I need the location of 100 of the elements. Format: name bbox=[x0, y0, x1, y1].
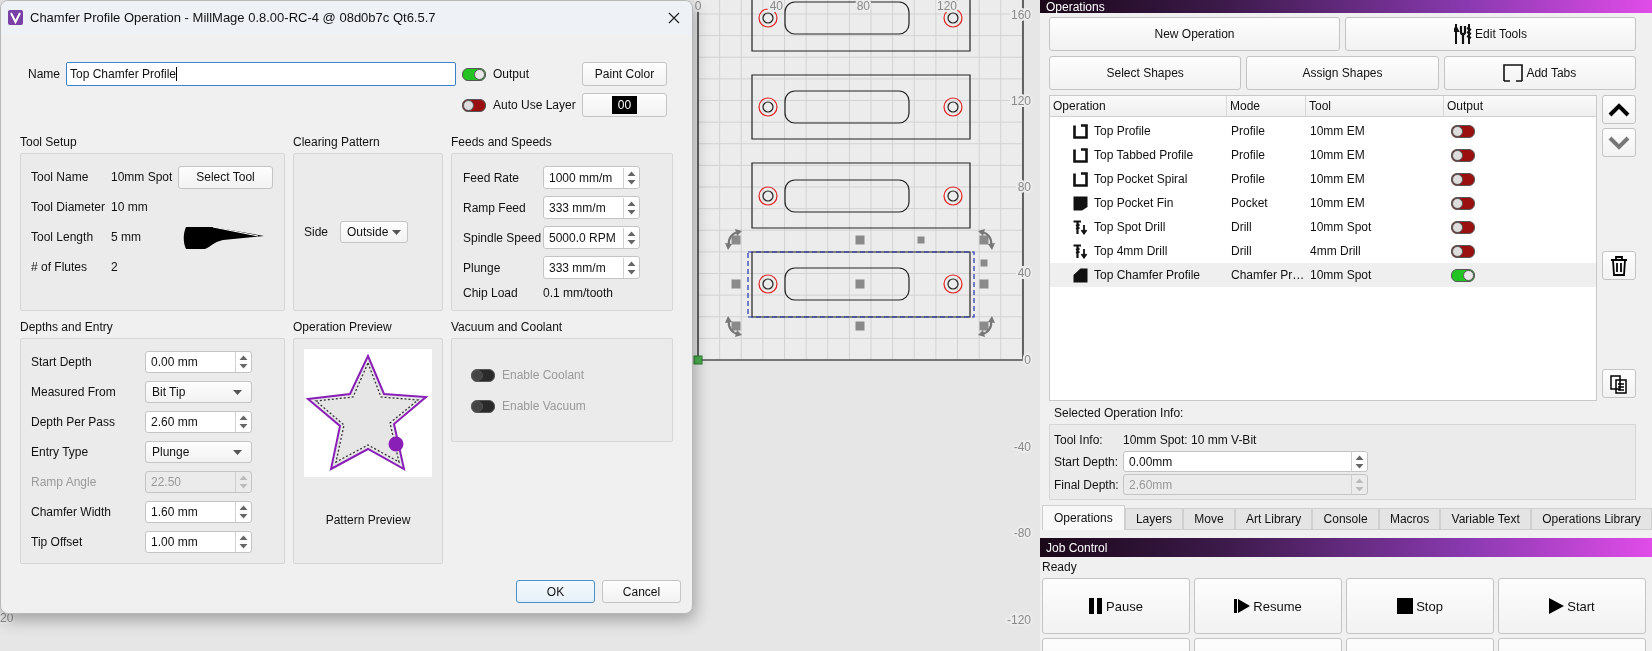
table-cell: Top Profile bbox=[1094, 124, 1151, 138]
resize-handle[interactable] bbox=[855, 321, 865, 331]
dropdown[interactable]: Plunge bbox=[145, 441, 252, 463]
table-cell: Top 4mm Drill bbox=[1094, 244, 1168, 258]
resize-handle[interactable] bbox=[731, 321, 741, 331]
tab[interactable]: Move bbox=[1183, 508, 1235, 530]
toggle-switch[interactable] bbox=[462, 98, 486, 112]
dialog-button[interactable]: Cancel bbox=[602, 580, 681, 603]
operation-button[interactable]: Add Tabs bbox=[1443, 56, 1636, 90]
spin-box[interactable]: 5000.0 RPM bbox=[543, 226, 640, 249]
toggle-switch[interactable] bbox=[1451, 124, 1475, 138]
field-label: Tip Offset bbox=[31, 535, 84, 549]
operation-row[interactable]: Top Chamfer Profile Chamfer Pr… 10mm Spot bbox=[1050, 263, 1596, 287]
table-cell-text: 10mm Spot bbox=[1309, 268, 1373, 282]
tab[interactable]: Console bbox=[1312, 508, 1379, 530]
field-label: Tool Name bbox=[31, 170, 90, 184]
toggle-switch[interactable] bbox=[1451, 172, 1475, 186]
field-label: Start Depth: bbox=[1054, 454, 1120, 469]
move-up-button[interactable] bbox=[1602, 95, 1636, 124]
column-header[interactable]: Output bbox=[1444, 96, 1596, 116]
field-label: Chamfer Width bbox=[31, 505, 113, 519]
resize-handle[interactable] bbox=[979, 279, 989, 289]
resize-handle[interactable] bbox=[980, 259, 988, 267]
toggle-switch[interactable] bbox=[1451, 148, 1475, 162]
paint-color-button[interactable]: Paint Color bbox=[582, 62, 667, 86]
spin-box[interactable]: 1.00 mm bbox=[145, 531, 252, 553]
job-control-button[interactable]: Resume bbox=[1194, 578, 1342, 634]
dialog-button[interactable]: OK bbox=[516, 580, 595, 603]
operation-button[interactable]: Select Shapes bbox=[1049, 56, 1242, 90]
resize-handle[interactable] bbox=[731, 235, 741, 245]
resize-handle[interactable] bbox=[855, 279, 865, 289]
resize-handle[interactable] bbox=[731, 279, 741, 289]
toggle-switch[interactable] bbox=[1451, 220, 1475, 234]
chevron-up-icon bbox=[1608, 102, 1630, 117]
resize-handle[interactable] bbox=[855, 235, 865, 245]
tab[interactable]: Operations Library bbox=[1531, 508, 1652, 530]
table-cell-text: Profile bbox=[1230, 148, 1266, 162]
section-title: Depths and Entry bbox=[20, 320, 114, 334]
operation-row[interactable]: Top Spot Drill Drill 10mm Spot bbox=[1050, 215, 1596, 239]
rotate-handle-icon[interactable] bbox=[978, 316, 995, 337]
toggle-label: Enable Coolant bbox=[502, 368, 585, 382]
name-field[interactable]: Top Chamfer Profile bbox=[66, 62, 456, 86]
dropdown[interactable]: Bit Tip bbox=[145, 381, 252, 403]
tab[interactable]: Art Library bbox=[1234, 508, 1313, 530]
spin-box[interactable]: 1.60 mm bbox=[145, 501, 252, 523]
job-control-button[interactable]: Stop bbox=[1346, 578, 1494, 634]
operation-button[interactable]: New Operation bbox=[1049, 17, 1340, 51]
operation-row[interactable]: Top Pocket Fin Pocket 10mm EM bbox=[1050, 191, 1596, 215]
resume-icon bbox=[1234, 598, 1251, 614]
resize-handle[interactable] bbox=[979, 235, 989, 245]
operation-button[interactable]: Assign Shapes bbox=[1246, 56, 1439, 90]
spin-box[interactable]: 2.60 mm bbox=[145, 411, 252, 433]
spin-box[interactable]: 333 mm/m bbox=[543, 196, 640, 219]
delete-button[interactable] bbox=[1602, 251, 1636, 280]
rotate-handle-icon[interactable] bbox=[725, 229, 742, 250]
operation-row[interactable]: Top Pocket Spiral Profile 10mm EM bbox=[1050, 167, 1596, 191]
side-dropdown[interactable]: Outside bbox=[340, 221, 409, 243]
tab[interactable]: Variable Text bbox=[1440, 508, 1531, 530]
field-label: Ramp Feed bbox=[463, 200, 527, 215]
toggle-switch[interactable] bbox=[1451, 196, 1475, 210]
field-label: Start Depth bbox=[31, 355, 93, 369]
spin-box[interactable]: 0.00mm bbox=[1123, 451, 1368, 472]
toggle-switch[interactable] bbox=[462, 67, 486, 81]
field-label: Depth Per Pass bbox=[31, 415, 117, 429]
job-control-button[interactable]: Start bbox=[1498, 578, 1646, 634]
spin-box[interactable]: 1000 mm/m bbox=[543, 166, 640, 189]
column-header[interactable]: Operation bbox=[1050, 96, 1227, 116]
copy-icon bbox=[1610, 373, 1628, 394]
operation-row[interactable]: Top 4mm Drill Drill 4mm Drill bbox=[1050, 239, 1596, 263]
operation-row[interactable]: Top Tabbed Profile Profile 10mm EM bbox=[1050, 143, 1596, 167]
table-cell-text: Chamfer Pr… bbox=[1230, 268, 1306, 282]
field-label: Tool Info: bbox=[1054, 432, 1104, 447]
tab[interactable]: Operations bbox=[1042, 505, 1125, 530]
toggle-switch[interactable] bbox=[1451, 244, 1475, 258]
spin-box[interactable]: 0.00 mm bbox=[145, 351, 252, 373]
spin-box[interactable]: 333 mm/m bbox=[543, 256, 640, 279]
caret-icon bbox=[392, 229, 402, 235]
operation-button[interactable]: Edit Tools bbox=[1345, 17, 1636, 51]
layer-button[interactable]: 00 bbox=[582, 93, 667, 117]
copy-button[interactable] bbox=[1602, 369, 1636, 398]
section-title: Feeds and Speeds bbox=[451, 135, 553, 149]
resize-handle[interactable] bbox=[979, 321, 989, 331]
caret-icon bbox=[233, 389, 242, 395]
toggle-switch[interactable] bbox=[1451, 268, 1475, 282]
tab[interactable]: Macros bbox=[1378, 508, 1441, 530]
select-tool-button[interactable]: Select Tool bbox=[178, 165, 273, 189]
rotate-handle-icon[interactable] bbox=[725, 316, 742, 337]
tab[interactable]: Layers bbox=[1124, 508, 1184, 530]
field-value: 2 bbox=[111, 260, 119, 274]
axis-label: -80 bbox=[1013, 526, 1031, 540]
close-icon[interactable] bbox=[668, 11, 680, 24]
profile-icon bbox=[1073, 147, 1088, 163]
trash-icon bbox=[1610, 255, 1628, 276]
resize-handle[interactable] bbox=[917, 236, 925, 244]
column-header[interactable]: Tool bbox=[1306, 96, 1444, 116]
job-control-button[interactable]: Pause bbox=[1042, 578, 1190, 634]
table-cell-text: Drill bbox=[1230, 244, 1253, 258]
rotate-handle-icon[interactable] bbox=[978, 229, 995, 250]
column-header[interactable]: Mode bbox=[1227, 96, 1306, 116]
operation-row[interactable]: Top Profile Profile 10mm EM bbox=[1050, 119, 1596, 143]
